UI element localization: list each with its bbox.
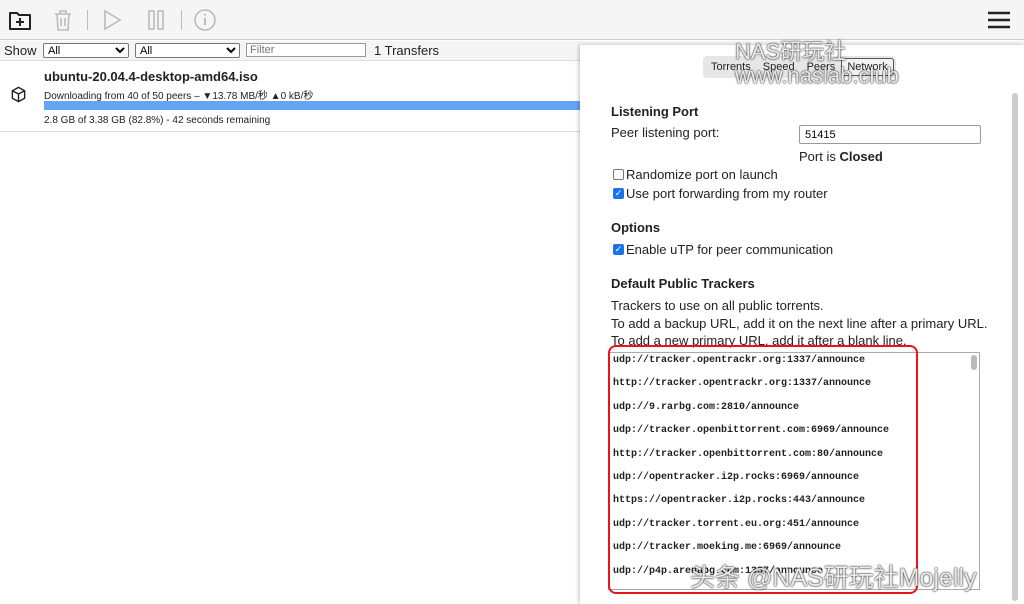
randomize-port-label: Randomize port on launch xyxy=(626,167,778,182)
trackers-desc-1: Trackers to use on all public torrents. xyxy=(611,298,824,313)
tracker-line: udp://opentracker.i2p.rocks:6969/announc… xyxy=(613,471,860,483)
port-status-value: Closed xyxy=(839,149,883,164)
torrent-row[interactable]: ubuntu-20.04.4-desktop-amd64.iso Downloa… xyxy=(0,62,584,132)
tracker-line: udp://tracker.moeking.me:6969/announce xyxy=(613,542,842,554)
tab-speed[interactable]: Speed xyxy=(757,58,801,76)
trackers-desc-3: To add a new primary URL, add it after a… xyxy=(611,333,907,348)
divider xyxy=(181,10,182,30)
tracker-line: udp://tracker.openbittorrent.com:6969/an… xyxy=(613,425,890,437)
torrent-name: ubuntu-20.04.4-desktop-amd64.iso xyxy=(44,69,258,84)
port-status-prefix: Port is xyxy=(799,149,836,164)
peer-port-label: Peer listening port: xyxy=(611,125,720,140)
tracker-line: udp://tracker.torrent.eu.org:451/announc… xyxy=(613,518,860,530)
tracker-line: udp://tracker.opentrackr.org:1337/announ… xyxy=(613,355,866,366)
tracker-line: udp://p4p.arenabg.com:1337/announce xyxy=(613,565,824,577)
tab-peers[interactable]: Peers xyxy=(801,58,842,76)
toolbar xyxy=(0,0,1024,40)
listening-port-heading: Listening Port xyxy=(611,104,699,119)
tab-network[interactable]: Network xyxy=(841,58,894,76)
checkbox-checked-icon[interactable]: ✓ xyxy=(613,188,624,199)
panel-scrollbar[interactable] xyxy=(1012,93,1018,601)
info-icon[interactable] xyxy=(192,7,218,33)
status-filter-select[interactable]: All xyxy=(43,43,129,58)
trash-icon[interactable] xyxy=(50,7,76,33)
pause-icon[interactable] xyxy=(143,7,169,33)
checkbox-unchecked[interactable] xyxy=(613,169,624,180)
tracker-line: http://tracker.openbittorrent.com:80/ann… xyxy=(613,448,884,460)
tracker-line: http://tracker.opentrackr.org:1337/annou… xyxy=(613,378,872,390)
options-heading: Options xyxy=(611,220,661,235)
package-icon xyxy=(11,86,26,103)
randomize-port-checkbox[interactable]: Randomize port on launch xyxy=(613,167,778,182)
preferences-tabs: Torrents Speed Peers Network xyxy=(703,56,896,78)
trackers-textarea[interactable]: udp://tracker.opentrackr.org:1337/announ… xyxy=(608,352,980,590)
checkbox-checked-icon[interactable]: ✓ xyxy=(613,244,624,255)
play-icon[interactable] xyxy=(99,7,125,33)
port-forwarding-checkbox[interactable]: ✓ Use port forwarding from my router xyxy=(613,186,828,201)
textarea-scrollbar[interactable] xyxy=(971,355,977,370)
transfers-count: 1 Transfers xyxy=(374,43,440,58)
port-forwarding-label: Use port forwarding from my router xyxy=(626,186,828,201)
torrent-progress-text: 2.8 GB of 3.38 GB (82.8%) - 42 seconds r… xyxy=(44,115,271,126)
trackers-desc-2: To add a backup URL, add it on the next … xyxy=(611,316,988,331)
trackers-heading: Default Public Trackers xyxy=(611,276,755,291)
add-folder-icon[interactable] xyxy=(7,7,33,33)
peer-port-input[interactable] xyxy=(799,125,981,144)
divider xyxy=(87,10,88,30)
tracker-line: udp://9.rarbg.com:2810/announce xyxy=(613,401,800,413)
tracker-line: https://opentracker.i2p.rocks:443/announ… xyxy=(613,495,866,507)
filter-input[interactable] xyxy=(246,43,366,57)
hamburger-menu-icon[interactable] xyxy=(986,7,1012,33)
preferences-panel: Torrents Speed Peers Network Listening P… xyxy=(580,45,1024,604)
tab-torrents[interactable]: Torrents xyxy=(705,58,757,76)
torrent-peers: Downloading from 40 of 50 peers – ▼13.78… xyxy=(44,91,314,102)
progress-bar xyxy=(44,101,584,110)
port-status: Port is Closed xyxy=(799,149,883,164)
utp-checkbox[interactable]: ✓ Enable uTP for peer communication xyxy=(613,242,833,257)
tracker-filter-select[interactable]: All xyxy=(135,43,240,58)
utp-label: Enable uTP for peer communication xyxy=(626,242,834,257)
show-label: Show xyxy=(4,43,37,58)
